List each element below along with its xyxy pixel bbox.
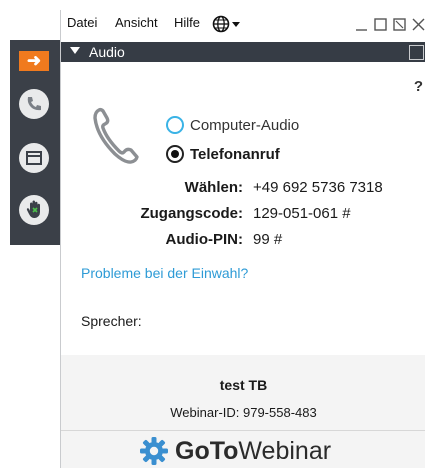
access-code-value: 129-051-061 # (253, 205, 351, 222)
radio-computer-audio[interactable]: Computer-Audio (166, 116, 299, 134)
brand-webinar: Webinar (238, 436, 332, 465)
section-title: Audio (89, 44, 125, 60)
close-icon[interactable] (411, 16, 425, 33)
menu-ansicht[interactable]: Ansicht (115, 15, 158, 30)
dial-in-trouble-link[interactable]: Probleme bei der Einwahl? (81, 265, 248, 281)
phone-icon[interactable] (19, 89, 49, 119)
dial-number: +49 692 5736 7318 (253, 179, 383, 196)
globe-icon (212, 15, 230, 33)
maximize-icon[interactable] (373, 16, 388, 33)
help-icon[interactable]: ? (414, 78, 423, 95)
radio-telephone[interactable]: Telefonanruf (166, 145, 280, 163)
collapse-caret-icon[interactable] (70, 47, 80, 54)
audio-section-header[interactable]: Audio (61, 42, 425, 62)
handset-icon (93, 107, 139, 164)
radio-label-phone: Telefonanruf (190, 145, 280, 163)
webinar-id: Webinar-ID: 979-558-483 (170, 405, 317, 420)
speaker-label: Sprecher: (81, 313, 142, 329)
footer: test TB Webinar-ID: 979-558-483 GoToWebi (61, 355, 425, 468)
hand-icon[interactable] (19, 195, 49, 225)
language-menu[interactable] (212, 15, 240, 33)
access-code-label: Zugangscode: (140, 205, 243, 222)
audio-panel: Datei Ansicht Hilfe Audio ? Computer-Aud… (60, 10, 425, 468)
gotowebinar-logo: GoToWebinar (139, 436, 331, 466)
radio-button[interactable] (166, 116, 184, 134)
brand-goto: GoTo (175, 436, 239, 465)
gear-logo-icon (140, 437, 168, 465)
divider (61, 430, 425, 431)
control-rail: ➜ (10, 40, 60, 245)
arrow-right-icon[interactable]: ➜ (19, 51, 49, 71)
radio-button-selected[interactable] (166, 145, 184, 163)
restore-icon[interactable] (392, 16, 407, 33)
menu-bar: Datei Ansicht Hilfe (61, 10, 425, 40)
radio-label-computer: Computer-Audio (190, 116, 300, 134)
dial-label: Wählen: (184, 179, 243, 196)
menu-hilfe[interactable]: Hilfe (174, 15, 200, 30)
organizer-name: test TB (219, 377, 268, 393)
audio-pin-label: Audio-PIN: (165, 231, 243, 248)
chevron-down-icon (232, 21, 240, 27)
popout-icon[interactable] (409, 45, 424, 60)
window-icon[interactable] (19, 143, 49, 173)
audio-pin-value: 99 # (253, 231, 283, 248)
minimize-icon[interactable] (354, 16, 369, 33)
menu-datei[interactable]: Datei (67, 15, 97, 30)
window-controls (354, 14, 425, 34)
